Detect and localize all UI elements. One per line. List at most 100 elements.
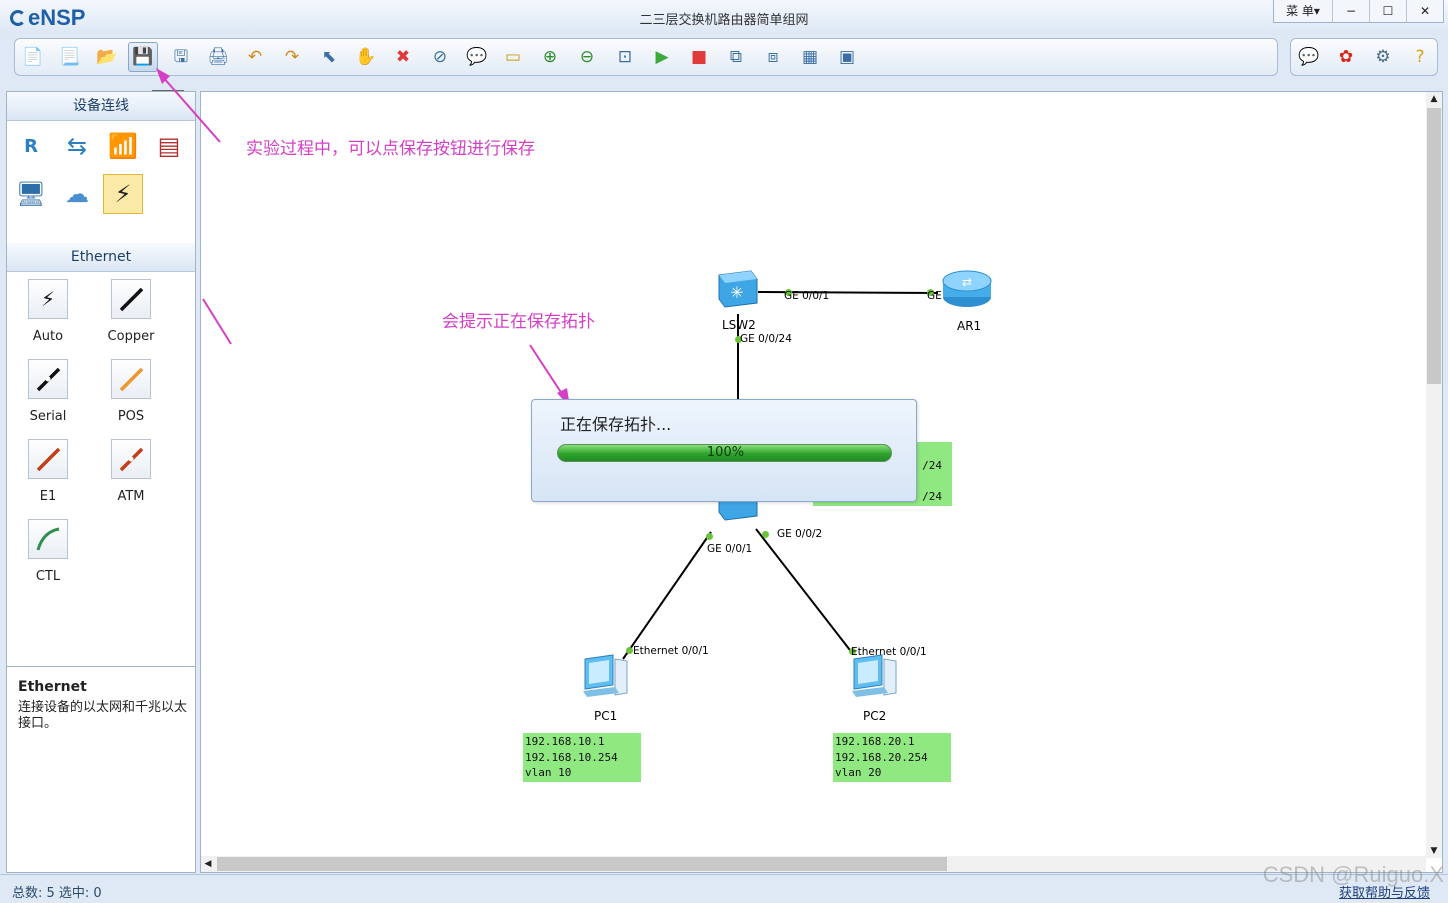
pos-cable-icon [119, 367, 144, 392]
saving-progress-label: 100% [706, 445, 745, 460]
open-topology-icon: 📂 [96, 46, 118, 67]
reset-view-icon: ⊡ [617, 46, 633, 67]
scroll-up-icon[interactable]: ▲ [1426, 92, 1442, 106]
link-lsw1-pc1[interactable] [622, 531, 712, 660]
new-from-template-button[interactable]: 📃 [55, 42, 85, 72]
watermark: CSDN @Ruiguo.X [1262, 862, 1444, 887]
if-label-lsw2-ge001: GE 0/0/1 [784, 290, 830, 302]
maximize-button[interactable]: ☐ [1369, 0, 1406, 22]
pc2-vlan: vlan 20 [835, 766, 882, 779]
console-button[interactable]: ▣ [832, 42, 862, 72]
saving-dialog: 正在保存拓扑... 100% [531, 399, 917, 502]
topology-view-icon: ⧈ [767, 46, 779, 67]
cable-copper-label: Copper [107, 329, 155, 344]
reset-view-button[interactable]: ⊡ [610, 42, 640, 72]
lsw2-node[interactable]: ✳ [711, 267, 763, 311]
auto-cable-icon: ⚡ [41, 287, 55, 311]
svg-text:⚡: ⚡ [41, 287, 55, 311]
saving-progress-bar: 100% [557, 444, 892, 462]
new-from-template-icon: 📃 [59, 46, 81, 67]
zoom-out-button[interactable]: ⊖ [572, 42, 602, 72]
horizontal-scroll-thumb[interactable] [217, 857, 947, 871]
topology-view-button[interactable]: ⧈ [758, 42, 788, 72]
title-bar: eNSP 二三层交换机路由器简单组网 菜 单▾ − ☐ ✕ [0, 0, 1448, 34]
link-lsw1-pc2[interactable] [755, 528, 854, 655]
pan-button[interactable]: ✋ [351, 42, 381, 72]
if-label-lsw1-ge002: GE 0/0/2 [777, 528, 823, 540]
help-button[interactable]: ? [1405, 42, 1435, 72]
router-icon: R [24, 135, 38, 157]
palette-button[interactable]: ▭ [498, 42, 528, 72]
settings-icon: ⚙ [1375, 46, 1391, 67]
cable-pos-button[interactable] [111, 359, 151, 399]
start-devices-icon: ▶ [655, 46, 669, 67]
cable-panel-header: Ethernet [7, 243, 195, 272]
huawei-button[interactable]: ✿ [1331, 42, 1361, 72]
cloud-icon: ☁ [65, 180, 89, 208]
console-icon: ▣ [838, 46, 856, 67]
close-button[interactable]: ✕ [1406, 0, 1443, 22]
ctl-cable-icon [36, 527, 60, 551]
vertical-scrollbar[interactable]: ▲ ▼ [1426, 92, 1442, 858]
cable-ctl-button[interactable] [28, 519, 68, 559]
print-icon: 🖨 [207, 46, 229, 67]
pc1-ip: 192.168.10.1 [525, 735, 605, 748]
cable-auto-button[interactable]: ⚡ [28, 279, 68, 319]
pan-icon: ✋ [355, 46, 377, 67]
grid-button[interactable]: ▦ [795, 42, 825, 72]
device-router[interactable]: R [11, 126, 51, 166]
minimize-button[interactable]: − [1332, 0, 1369, 22]
start-devices-button[interactable]: ▶ [647, 42, 677, 72]
info-desc: 连接设备的以太网和千兆以太接口。 [18, 700, 188, 731]
device-terminal[interactable]: 🖥 [11, 174, 51, 214]
redo-button[interactable]: ↷ [277, 42, 307, 72]
new-topology-button[interactable]: 📄 [18, 42, 48, 72]
delete-icon: ✖ [395, 46, 411, 67]
ar1-label: AR1 [957, 319, 982, 333]
pc2-gateway: 192.168.20.254 [835, 750, 928, 764]
palette-icon: ▭ [504, 46, 522, 67]
lsw1-ip-tail-2: /24 [922, 490, 942, 503]
cable-serial-button[interactable] [28, 359, 68, 399]
feedback-button[interactable]: 💬 [1294, 42, 1324, 72]
zoom-in-button[interactable]: ⊕ [535, 42, 565, 72]
capture-button[interactable]: ⧉ [721, 42, 751, 72]
wireless-icon: 📶 [108, 132, 138, 160]
device-switch[interactable]: ⇆ [57, 126, 97, 166]
device-cable[interactable]: ⚡ [103, 174, 143, 214]
menu-button[interactable]: 菜 单▾ [1274, 0, 1332, 22]
cable-copper-button[interactable] [111, 279, 151, 319]
device-wireless[interactable]: 📶 [103, 126, 143, 166]
cable-auto-label: Auto [32, 329, 64, 344]
settings-button[interactable]: ⚙ [1368, 42, 1398, 72]
cable-atm-button[interactable] [111, 439, 151, 479]
delete-all-links-icon: ⊘ [432, 46, 448, 67]
scroll-down-icon[interactable]: ▼ [1426, 844, 1442, 858]
device-cloud[interactable]: ☁ [57, 174, 97, 214]
lsw2-label: LSW2 [722, 318, 756, 332]
cable-ctl-label: CTL [35, 569, 61, 584]
cable-icon: ⚡ [114, 180, 132, 208]
pc1-node[interactable] [579, 654, 631, 698]
ar1-node[interactable]: ⇄ [941, 267, 993, 311]
horizontal-scrollbar[interactable]: ◀ [201, 856, 1426, 872]
stop-devices-button[interactable]: ■ [684, 42, 714, 72]
pc1-gateway: 192.168.10.254 [525, 750, 618, 764]
pc2-node[interactable] [848, 654, 900, 698]
save-as-icon: 🖫 [173, 46, 189, 67]
delete-button[interactable]: ✖ [388, 42, 418, 72]
cable-e1-button[interactable] [28, 439, 68, 479]
scroll-left-icon[interactable]: ◀ [201, 856, 215, 872]
undo-button[interactable]: ↶ [240, 42, 270, 72]
huawei-icon: ✿ [1338, 46, 1354, 67]
right-toolbar: 💬 ✿ ⚙? [1290, 38, 1438, 76]
new-topology-icon: 📄 [22, 46, 44, 67]
select-button[interactable]: ⬉ [314, 42, 344, 72]
vertical-scroll-thumb[interactable] [1427, 108, 1441, 384]
delete-all-links-button[interactable]: ⊘ [425, 42, 455, 72]
cable-pos-label: POS [117, 409, 145, 424]
open-topology-button[interactable]: 📂 [92, 42, 122, 72]
add-text-button[interactable]: 💬 [462, 42, 492, 72]
svg-text:⇄: ⇄ [962, 275, 972, 289]
cable-e1-label: E1 [39, 489, 57, 504]
